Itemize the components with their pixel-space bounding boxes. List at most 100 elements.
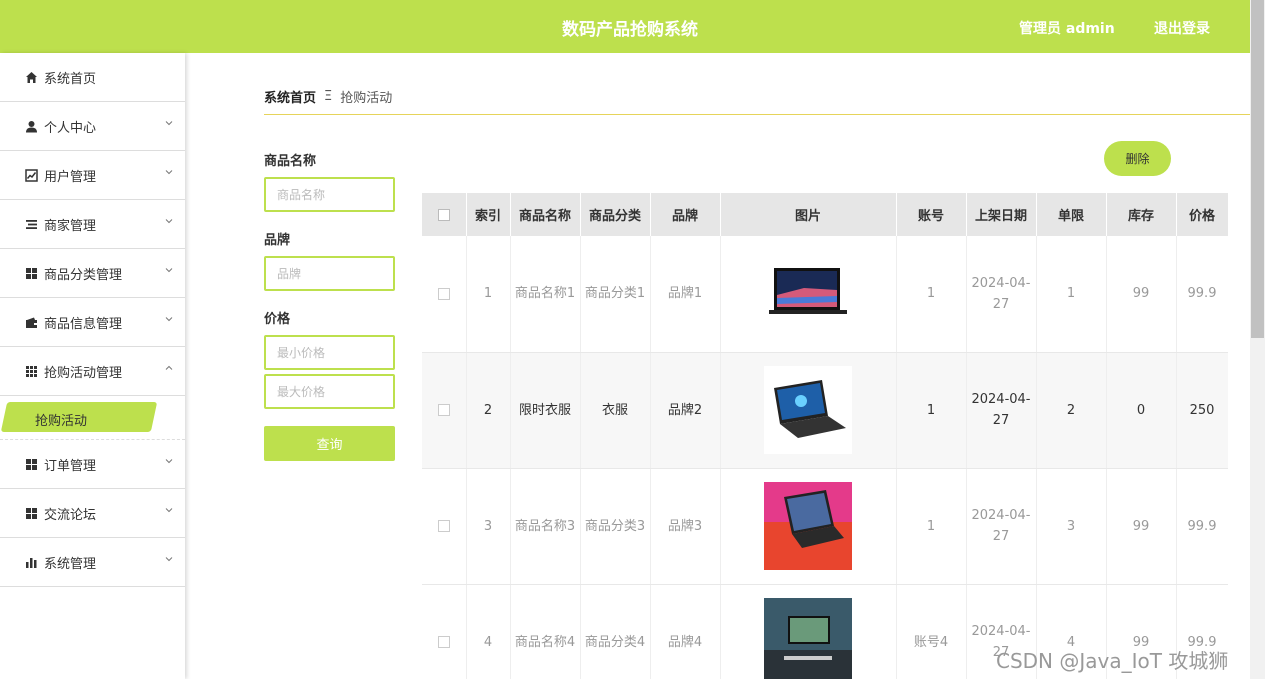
cell-category: 商品分类1 xyxy=(580,236,651,353)
cell-brand: 品牌2 xyxy=(650,352,721,469)
list-icon xyxy=(24,217,38,231)
sidebar-item-merchants[interactable]: 商家管理 xyxy=(0,200,185,249)
sidebar-subitem-flash-sale[interactable]: 抢购活动 xyxy=(35,410,87,429)
sidebar-item-orders[interactable]: 订单管理 xyxy=(0,440,185,489)
sidebar-item-users[interactable]: 用户管理 xyxy=(0,151,185,200)
column-header: 库存 xyxy=(1106,193,1177,236)
cell-brand: 品牌1 xyxy=(650,236,721,353)
chevron-down-icon xyxy=(165,121,173,126)
cell-account: 1 xyxy=(896,352,967,469)
admin-label: 管理员 admin xyxy=(1019,21,1115,37)
breadcrumb: 系统首页 Ξ 抢购活动 xyxy=(264,87,392,106)
column-header: 品牌 xyxy=(650,193,721,236)
table-row[interactable]: 3 商品名称3 商品分类3 品牌3 1 2024-04-27 3 99 99.9 xyxy=(422,468,1228,585)
breadcrumb-current: 抢购活动 xyxy=(340,91,393,106)
cell-price: 99.9 xyxy=(1176,468,1228,585)
page-scrollbar[interactable] xyxy=(1250,0,1265,679)
table-row[interactable]: 1 商品名称1 商品分类1 品牌1 1 2024-04-27 1 99 99.9 xyxy=(422,236,1228,353)
sidebar-item-label: 商家管理 xyxy=(44,218,97,234)
column-header: 商品分类 xyxy=(580,193,651,236)
cell-limit: 1 xyxy=(1036,236,1107,353)
sidebar-item-forum[interactable]: 交流论坛 xyxy=(0,489,185,538)
cell-name: 商品名称1 xyxy=(510,236,581,353)
cell-image xyxy=(720,584,897,679)
cell-image xyxy=(720,236,897,353)
scrollbar-thumb[interactable] xyxy=(1251,0,1264,338)
grid-icon xyxy=(24,457,38,471)
brand-filter-input[interactable] xyxy=(264,256,395,291)
table-row[interactable]: 2 限时衣服 衣服 品牌2 1 2024-04-27 2 0 250 xyxy=(422,352,1228,469)
sidebar-item-flash-sale[interactable]: 抢购活动管理 xyxy=(0,347,185,396)
select-all-checkbox[interactable] xyxy=(437,208,450,221)
price-filter-label: 价格 xyxy=(264,312,291,327)
chevron-down-icon xyxy=(165,508,173,513)
desktop-image xyxy=(764,598,852,679)
laptop-image xyxy=(764,482,852,570)
name-filter-input[interactable] xyxy=(264,177,395,212)
cell-index: 3 xyxy=(466,468,511,585)
column-header: 索引 xyxy=(466,193,511,236)
row-checkbox[interactable] xyxy=(437,404,450,416)
cell-index: 4 xyxy=(466,584,511,679)
cell-stock: 99 xyxy=(1106,236,1177,353)
cell-brand: 品牌3 xyxy=(650,468,721,585)
filter-panel: 商品名称 品牌 价格 查询 xyxy=(264,150,395,461)
cell-date: 2024-04-27 xyxy=(966,468,1037,585)
cell-category: 商品分类3 xyxy=(580,468,651,585)
row-checkbox[interactable] xyxy=(437,520,450,532)
cell-price: 250 xyxy=(1176,352,1228,469)
cell-name: 商品名称4 xyxy=(510,584,581,679)
cell-name: 商品名称3 xyxy=(510,468,581,585)
cell-account: 1 xyxy=(896,236,967,353)
grid-icon xyxy=(24,506,38,520)
column-header: 商品名称 xyxy=(510,193,581,236)
sidebar-item-label: 个人中心 xyxy=(44,120,97,136)
home-icon xyxy=(24,70,38,84)
max-price-input[interactable] xyxy=(264,374,395,409)
column-header: 账号 xyxy=(896,193,967,236)
select-all-cell[interactable] xyxy=(422,193,467,236)
breadcrumb-home[interactable]: 系统首页 xyxy=(264,87,316,106)
cell-image xyxy=(720,352,897,469)
column-header: 价格 xyxy=(1176,193,1228,236)
chevron-down-icon xyxy=(165,170,173,175)
sidebar-item-label: 商品分类管理 xyxy=(44,267,123,283)
cell-stock: 99 xyxy=(1106,468,1177,585)
sidebar-item-label: 系统首页 xyxy=(44,71,97,87)
product-table: 索引 商品名称 商品分类 品牌 图片 账号 上架日期 单限 库存 价格 1 商品… xyxy=(422,193,1228,679)
cell-account: 1 xyxy=(896,468,967,585)
min-price-input[interactable] xyxy=(264,335,395,370)
cell-date: 2024-04-27 xyxy=(966,352,1037,469)
cell-brand: 品牌4 xyxy=(650,584,721,679)
sidebar-item-category[interactable]: 商品分类管理 xyxy=(0,249,185,298)
chevron-down-icon xyxy=(165,219,173,224)
cell-name: 限时衣服 xyxy=(510,352,581,469)
sidebar-submenu: 抢购活动 xyxy=(0,396,185,440)
brand-filter-label: 品牌 xyxy=(264,233,291,248)
cell-category: 商品分类4 xyxy=(580,584,651,679)
sidebar-item-label: 抢购活动管理 xyxy=(44,365,123,381)
breadcrumb-separator: Ξ xyxy=(324,89,333,104)
name-filter-label: 商品名称 xyxy=(264,154,317,169)
logout-button[interactable]: 退出登录 xyxy=(1154,18,1210,38)
row-checkbox[interactable] xyxy=(437,287,450,300)
wallet-icon xyxy=(24,315,38,329)
grid-icon xyxy=(24,266,38,280)
sidebar-item-personal[interactable]: 个人中心 xyxy=(0,102,185,151)
cell-index: 1 xyxy=(466,236,511,353)
sidebar-item-home[interactable]: 系统首页 xyxy=(0,53,185,102)
column-header: 图片 xyxy=(720,193,897,236)
query-button[interactable]: 查询 xyxy=(264,426,395,461)
row-checkbox[interactable] xyxy=(437,636,450,648)
bar-chart-icon xyxy=(24,555,38,569)
column-header: 上架日期 xyxy=(966,193,1037,236)
sidebar-item-product-info[interactable]: 商品信息管理 xyxy=(0,298,185,347)
user-icon xyxy=(24,119,38,133)
cell-category: 衣服 xyxy=(580,352,651,469)
breadcrumb-divider xyxy=(264,114,1250,115)
delete-button[interactable]: 删除 xyxy=(1104,141,1171,176)
cell-limit: 2 xyxy=(1036,352,1107,469)
cell-limit: 3 xyxy=(1036,468,1107,585)
chevron-down-icon xyxy=(165,459,173,464)
sidebar-item-system[interactable]: 系统管理 xyxy=(0,538,185,587)
